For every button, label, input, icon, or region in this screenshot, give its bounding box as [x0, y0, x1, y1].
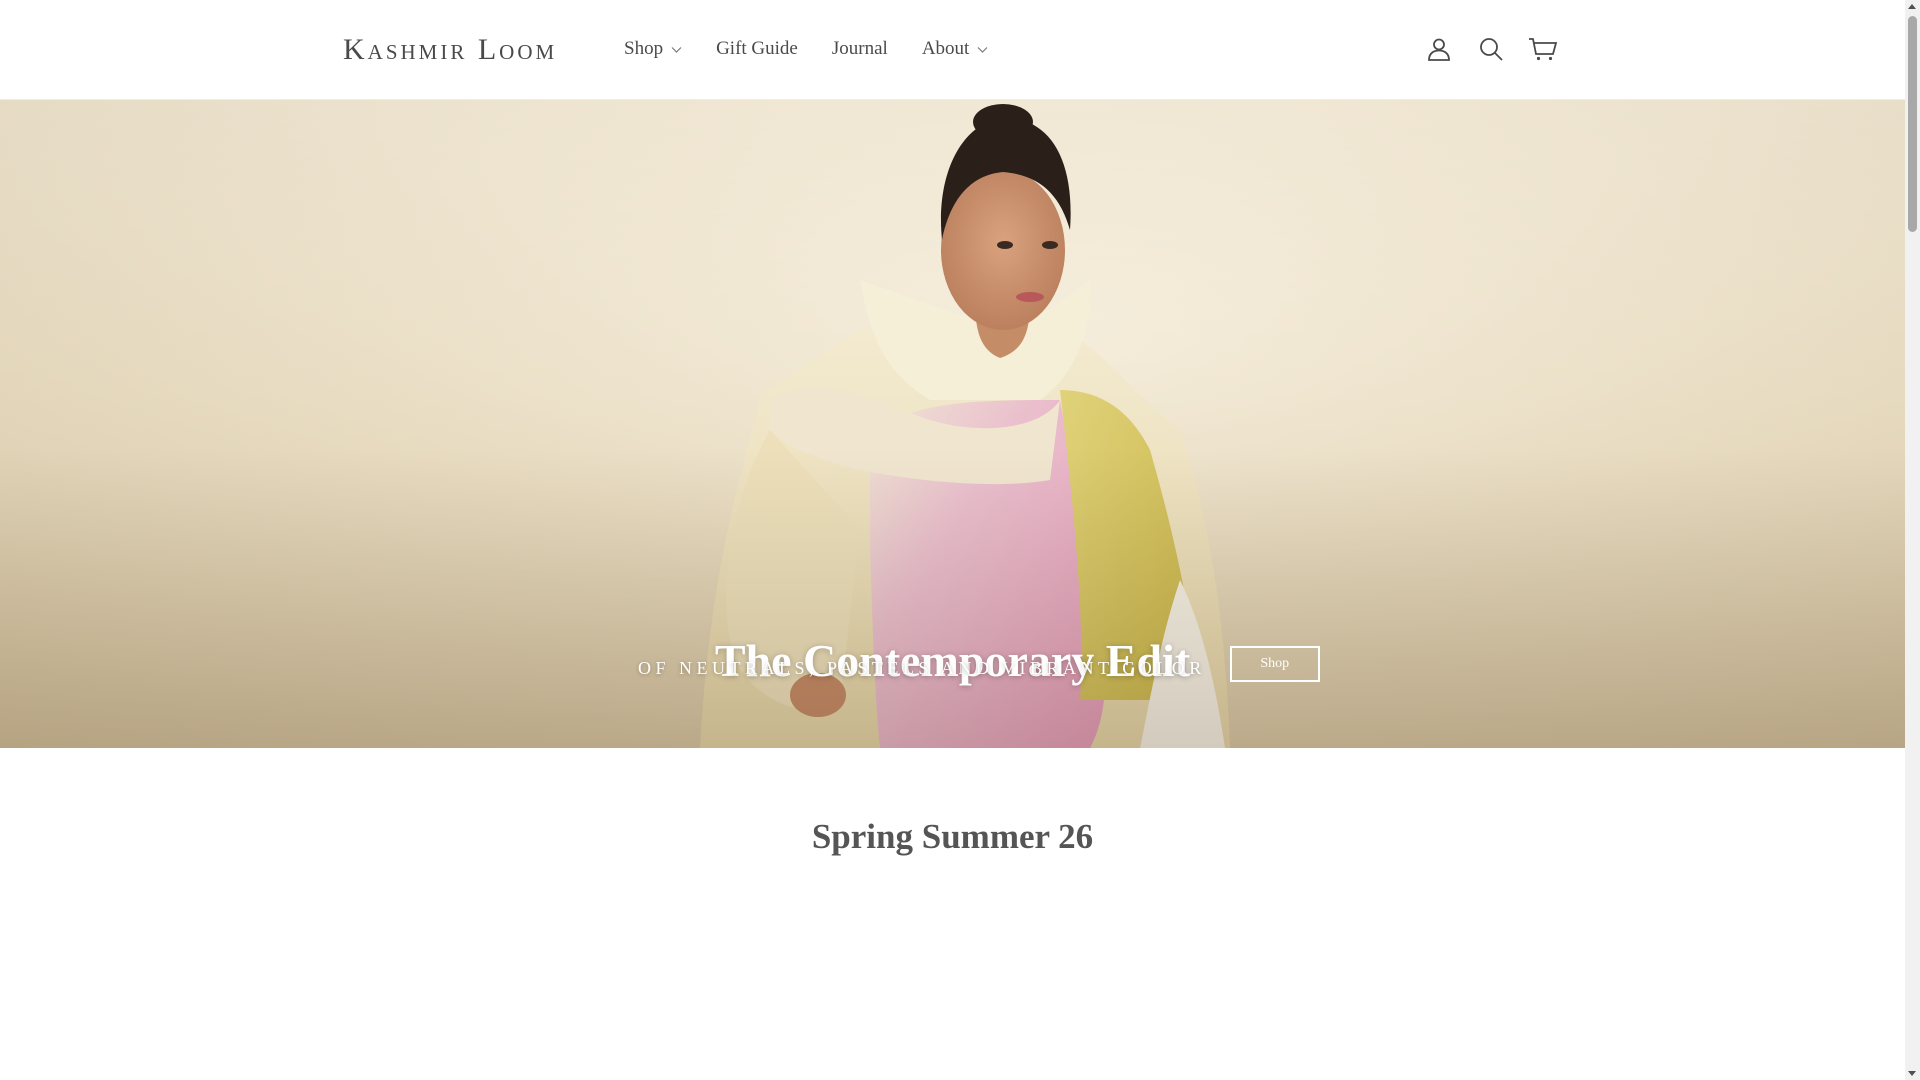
- search-icon: [1480, 38, 1503, 61]
- main-nav: Shop Gift Guide Journal About: [624, 36, 1022, 62]
- search-button[interactable]: [1476, 34, 1506, 64]
- account-icon: [1428, 38, 1450, 61]
- chevron-down-icon: [977, 46, 988, 53]
- section-title: Spring Summer 26: [811, 817, 1094, 857]
- nav-item-gift-guide[interactable]: Gift Guide: [716, 36, 798, 62]
- nav-item-label: Gift Guide: [716, 38, 798, 59]
- hero-subtitle: OF NEUTRALS, PASTELS AND VIBRANT COLOR: [638, 657, 1206, 678]
- nav-item-about[interactable]: About: [922, 36, 989, 62]
- nav-item-label: About: [921, 38, 970, 59]
- page-scrollbar[interactable]: [1905, 0, 1920, 1080]
- page-viewport: Kashmir Loom Shop Gift Guide Journal Abo…: [0, 0, 1905, 1080]
- nav-item-label: Shop: [624, 38, 664, 59]
- scroll-up-arrow-icon[interactable]: [1908, 4, 1916, 9]
- cart-icon: [1529, 38, 1558, 61]
- scroll-thumb[interactable]: [1908, 16, 1917, 232]
- hero-subtitle-row: OF NEUTRALS, PASTELS AND VIBRANT COLOR S…: [638, 646, 1320, 682]
- site-header: Kashmir Loom Shop Gift Guide Journal Abo…: [0, 0, 1905, 100]
- hero-shade: [0, 448, 1905, 748]
- nav-item-journal[interactable]: Journal: [832, 36, 888, 62]
- nav-item-label: Journal: [831, 38, 888, 59]
- account-button[interactable]: [1424, 34, 1454, 64]
- hero-shop-button[interactable]: Shop: [1229, 646, 1320, 682]
- nav-item-shop[interactable]: Shop: [624, 36, 682, 62]
- chevron-down-icon: [671, 46, 682, 53]
- scroll-down-arrow-icon[interactable]: [1908, 1071, 1916, 1076]
- header-icons: [1424, 34, 1580, 64]
- cart-button[interactable]: [1528, 34, 1558, 64]
- brand-logo[interactable]: Kashmir Loom: [343, 30, 557, 70]
